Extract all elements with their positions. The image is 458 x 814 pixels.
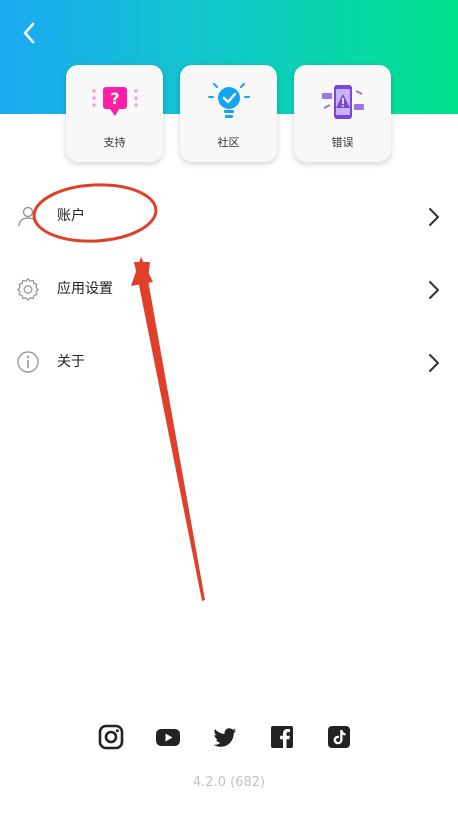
svg-text:?: ?: [110, 89, 119, 108]
community-bulb-icon: [208, 83, 250, 118]
chevron-right-icon: [429, 208, 439, 226]
chevron-right-icon: [429, 354, 439, 372]
bug-phone-icon: [322, 85, 364, 119]
user-icon: [18, 206, 38, 227]
menu-label-about: 关于: [57, 354, 85, 370]
community-card[interactable]: 社区: [180, 65, 277, 162]
back-button[interactable]: [14, 18, 44, 48]
chevron-right-icon: [429, 281, 439, 299]
facebook-icon[interactable]: [269, 724, 295, 750]
instagram-icon[interactable]: [98, 724, 124, 750]
tiktok-icon[interactable]: [326, 724, 352, 750]
youtube-icon[interactable]: [155, 724, 181, 750]
menu-label-account: 账户: [57, 208, 85, 224]
app-version: 4.2.0 (682): [192, 775, 266, 790]
twitter-icon[interactable]: [212, 724, 238, 750]
info-icon: [17, 351, 39, 373]
bug-card[interactable]: 错误: [294, 65, 391, 162]
community-label: 社区: [217, 136, 240, 149]
menu-item-app-settings[interactable]: 应用设置: [0, 261, 458, 317]
chevron-left-icon: [23, 22, 35, 44]
support-card[interactable]: ? 支持: [66, 65, 163, 162]
menu-label-app-settings: 应用设置: [57, 281, 113, 297]
menu-item-about[interactable]: 关于: [0, 334, 458, 390]
menu-item-account[interactable]: 账户: [0, 188, 458, 244]
bug-label: 错误: [331, 136, 354, 149]
support-label: 支持: [103, 136, 126, 149]
support-question-icon: ?: [92, 87, 138, 116]
gear-icon: [17, 278, 39, 301]
